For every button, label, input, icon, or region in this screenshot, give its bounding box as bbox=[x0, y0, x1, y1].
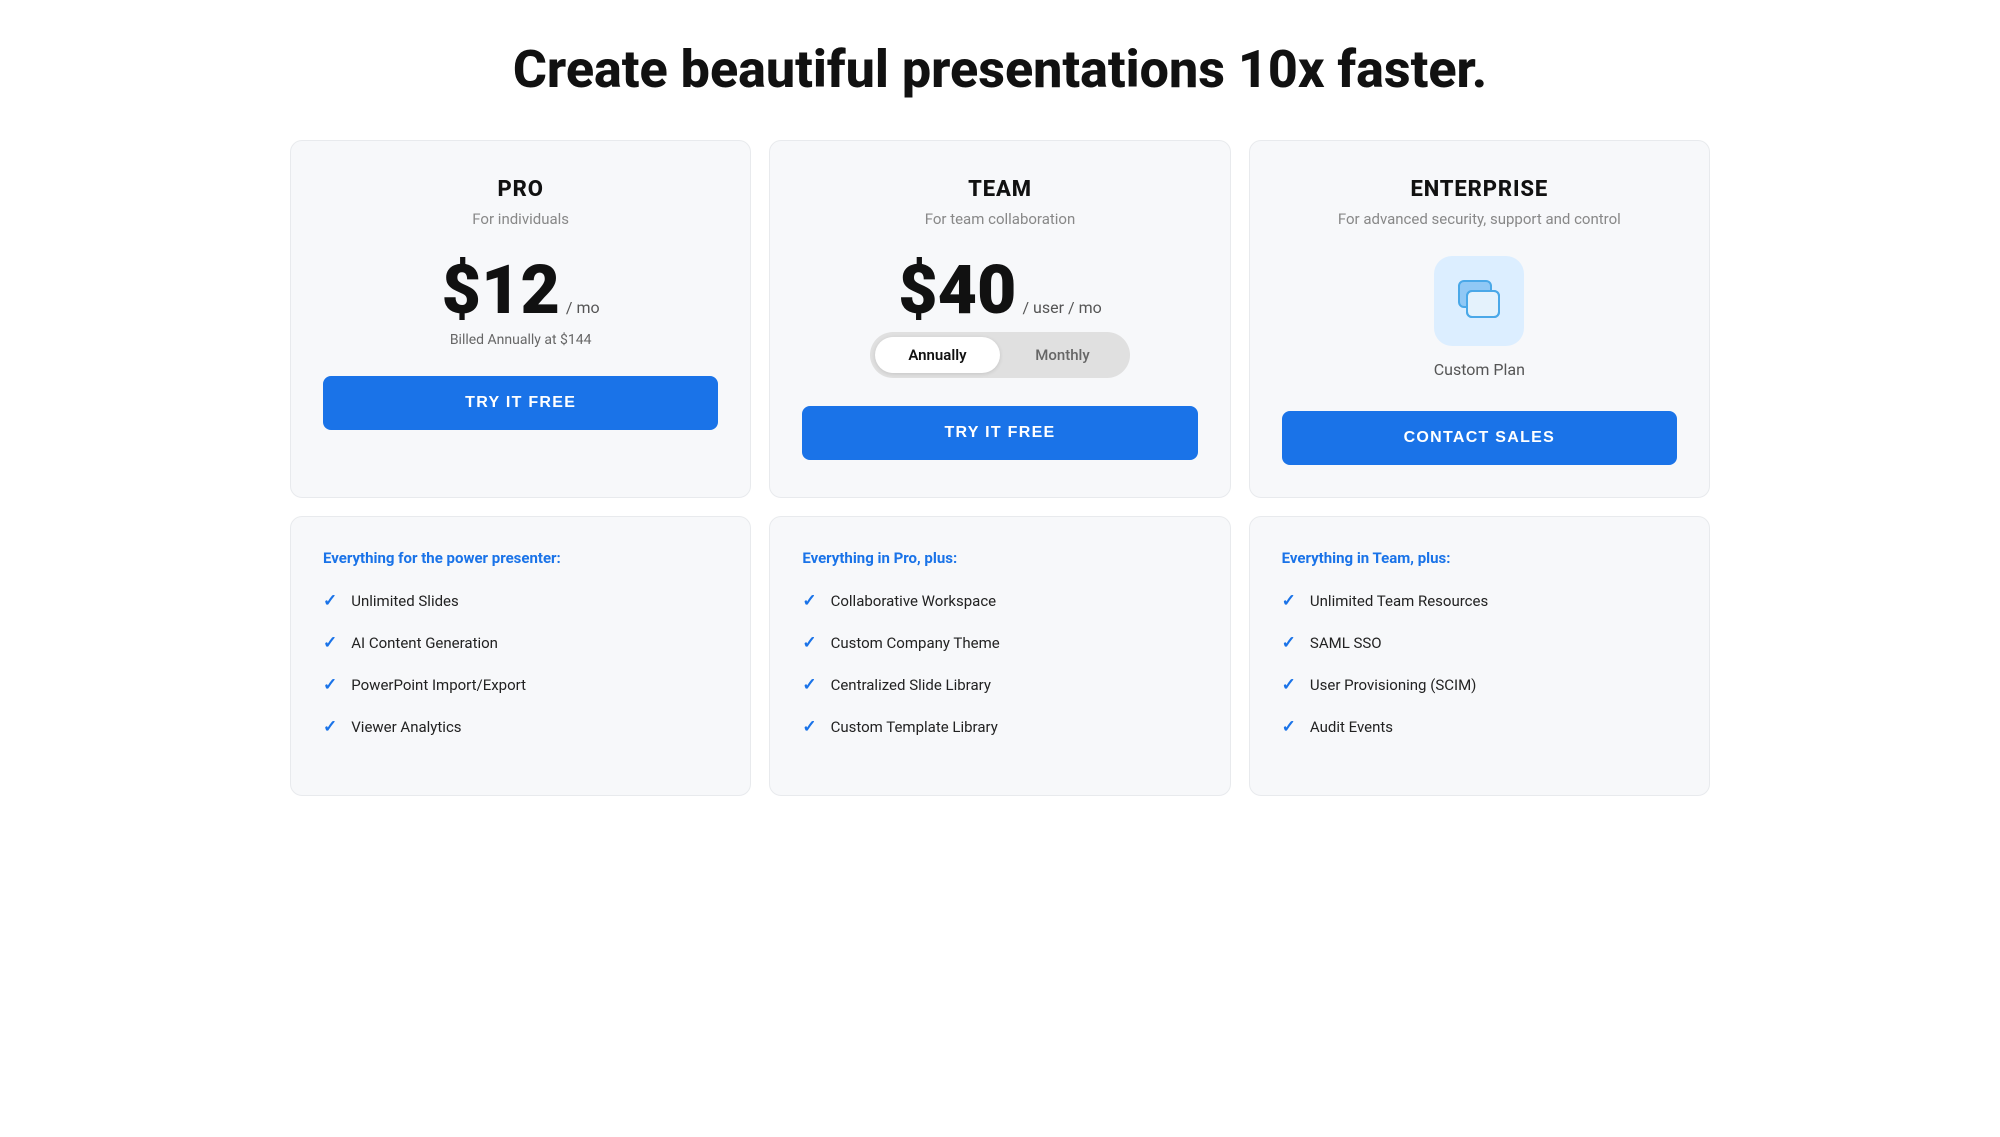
enterprise-cta-button[interactable]: CONTACT SALES bbox=[1282, 411, 1677, 465]
check-icon-2: ✓ bbox=[323, 633, 337, 653]
check-icon-7: ✓ bbox=[802, 675, 816, 695]
enterprise-feature-label-2: SAML SSO bbox=[1310, 634, 1382, 652]
check-icon-12: ✓ bbox=[1282, 717, 1296, 737]
enterprise-plan-tagline: For advanced security, support and contr… bbox=[1338, 210, 1621, 228]
enterprise-feature-4: ✓ Audit Events bbox=[1282, 717, 1677, 737]
pro-feature-label-3: PowerPoint Import/Export bbox=[351, 676, 526, 694]
check-icon-10: ✓ bbox=[1282, 633, 1296, 653]
pro-feature-label-1: Unlimited Slides bbox=[351, 592, 459, 610]
pro-feature-label-4: Viewer Analytics bbox=[351, 718, 461, 736]
check-icon-8: ✓ bbox=[802, 717, 816, 737]
page-title: Create beautiful presentations 10x faste… bbox=[30, 40, 1970, 100]
pro-cta-button[interactable]: TRY IT FREE bbox=[323, 376, 718, 430]
enterprise-feature-3: ✓ User Provisioning (SCIM) bbox=[1282, 675, 1677, 695]
custom-plan-label: Custom Plan bbox=[1434, 360, 1525, 379]
billing-toggle[interactable]: Annually Monthly bbox=[870, 332, 1130, 378]
team-plan-tagline: For team collaboration bbox=[925, 210, 1076, 228]
plan-card-enterprise-bottom: Everything in Team, plus: ✓ Unlimited Te… bbox=[1249, 516, 1710, 796]
team-plan-name: TEAM bbox=[968, 177, 1032, 202]
pro-plan-tagline: For individuals bbox=[472, 210, 569, 228]
team-price-unit: / user / mo bbox=[1022, 298, 1101, 317]
team-price-row: $40 / user / mo bbox=[898, 256, 1102, 324]
pro-plan-name: PRO bbox=[498, 177, 544, 202]
plan-card-pro-bottom: Everything for the power presenter: ✓ Un… bbox=[290, 516, 751, 796]
pro-features-heading: Everything for the power presenter: bbox=[323, 549, 718, 567]
check-icon-5: ✓ bbox=[802, 591, 816, 611]
team-feature-4: ✓ Custom Template Library bbox=[802, 717, 1197, 737]
team-feature-3: ✓ Centralized Slide Library bbox=[802, 675, 1197, 695]
pro-feature-2: ✓ AI Content Generation bbox=[323, 633, 718, 653]
pro-feature-4: ✓ Viewer Analytics bbox=[323, 717, 718, 737]
plan-card-team-bottom: Everything in Pro, plus: ✓ Collaborative… bbox=[769, 516, 1230, 796]
team-feature-2: ✓ Custom Company Theme bbox=[802, 633, 1197, 653]
check-icon-4: ✓ bbox=[323, 717, 337, 737]
enterprise-icon-wrap bbox=[1434, 256, 1524, 346]
team-cta-button[interactable]: TRY IT FREE bbox=[802, 406, 1197, 460]
enterprise-feature-2: ✓ SAML SSO bbox=[1282, 633, 1677, 653]
enterprise-feature-label-1: Unlimited Team Resources bbox=[1310, 592, 1488, 610]
pricing-grid: PRO For individuals $12 / mo Billed Annu… bbox=[290, 140, 1710, 796]
check-icon-1: ✓ bbox=[323, 591, 337, 611]
check-icon-6: ✓ bbox=[802, 633, 816, 653]
enterprise-feature-1: ✓ Unlimited Team Resources bbox=[1282, 591, 1677, 611]
team-feature-label-2: Custom Company Theme bbox=[831, 634, 1000, 652]
pro-price-amount: $12 bbox=[442, 256, 560, 324]
toggle-annually[interactable]: Annually bbox=[875, 337, 1000, 373]
plan-card-enterprise-top: ENTERPRISE For advanced security, suppor… bbox=[1249, 140, 1710, 498]
pro-feature-1: ✓ Unlimited Slides bbox=[323, 591, 718, 611]
check-icon-11: ✓ bbox=[1282, 675, 1296, 695]
enterprise-features-heading: Everything in Team, plus: bbox=[1282, 549, 1677, 567]
pro-price-unit: / mo bbox=[566, 298, 600, 317]
enterprise-feature-label-3: User Provisioning (SCIM) bbox=[1310, 676, 1477, 694]
pro-price-row: $12 / mo bbox=[442, 256, 600, 324]
check-icon-9: ✓ bbox=[1282, 591, 1296, 611]
enterprise-plan-name: ENTERPRISE bbox=[1410, 177, 1548, 202]
plan-card-pro-top: PRO For individuals $12 / mo Billed Annu… bbox=[290, 140, 751, 498]
enterprise-feature-label-4: Audit Events bbox=[1310, 718, 1393, 736]
chat-icon bbox=[1453, 275, 1505, 327]
team-feature-1: ✓ Collaborative Workspace bbox=[802, 591, 1197, 611]
toggle-monthly[interactable]: Monthly bbox=[1000, 337, 1125, 373]
team-feature-label-3: Centralized Slide Library bbox=[831, 676, 991, 694]
pro-feature-3: ✓ PowerPoint Import/Export bbox=[323, 675, 718, 695]
plan-card-team-top: TEAM For team collaboration $40 / user /… bbox=[769, 140, 1230, 498]
team-features-heading: Everything in Pro, plus: bbox=[802, 549, 1197, 567]
check-icon-3: ✓ bbox=[323, 675, 337, 695]
team-feature-label-4: Custom Template Library bbox=[831, 718, 998, 736]
team-price-amount: $40 bbox=[898, 256, 1016, 324]
pro-billing-note: Billed Annually at $144 bbox=[450, 332, 592, 348]
team-feature-label-1: Collaborative Workspace bbox=[831, 592, 997, 610]
pro-feature-label-2: AI Content Generation bbox=[351, 634, 498, 652]
